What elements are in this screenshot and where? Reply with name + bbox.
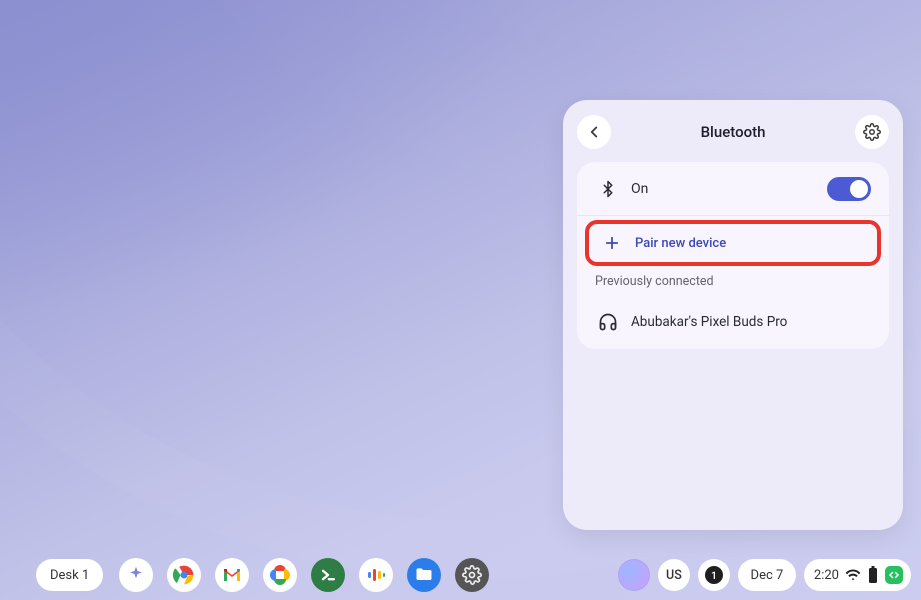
status-tray-button[interactable]: 2:20	[804, 559, 911, 591]
terminal-icon	[318, 565, 338, 585]
bluetooth-status-label: On	[631, 181, 827, 197]
bluetooth-icon	[595, 180, 621, 198]
previously-connected-caption: Previously connected	[577, 262, 889, 295]
gmail-icon	[220, 563, 244, 587]
bluetooth-panel: Bluetooth On Pair new device Previously …	[563, 100, 903, 530]
desk-button[interactable]: Desk 1	[36, 559, 103, 591]
pair-new-device-button[interactable]: Pair new device	[585, 220, 881, 266]
panel-title: Bluetooth	[701, 123, 766, 141]
chevron-left-icon	[585, 123, 603, 141]
app-terminal[interactable]	[311, 558, 345, 592]
panel-header: Bluetooth	[577, 114, 889, 150]
headphones-icon	[595, 312, 621, 332]
dev-mode-icon	[885, 566, 903, 584]
shelf-apps	[119, 558, 489, 592]
app-voice[interactable]	[359, 558, 393, 592]
date-button[interactable]: Dec 7	[738, 559, 796, 591]
notifications-button[interactable]: 1	[698, 559, 730, 591]
shelf: Desk 1 US 1	[0, 552, 921, 600]
input-method-button[interactable]: US	[658, 559, 690, 591]
bluetooth-toggle[interactable]	[827, 177, 871, 201]
app-assistant[interactable]	[119, 558, 153, 592]
bluetooth-settings-button[interactable]	[855, 115, 889, 149]
app-settings[interactable]	[455, 558, 489, 592]
sound-wave-icon	[364, 563, 388, 587]
desk-label: Desk 1	[50, 568, 89, 583]
sparkle-icon	[126, 565, 146, 585]
time-label: 2:20	[814, 568, 839, 583]
assistant-orb[interactable]	[618, 559, 650, 591]
app-gmail[interactable]	[215, 558, 249, 592]
folder-icon	[414, 565, 434, 585]
date-label: Dec 7	[751, 568, 784, 583]
device-row[interactable]: Abubakar's Pixel Buds Pro	[577, 295, 889, 349]
bluetooth-toggle-row[interactable]: On	[577, 162, 889, 216]
input-method-label: US	[666, 568, 682, 583]
shelf-system-tray: US 1 Dec 7 2:20	[618, 559, 911, 591]
wifi-icon	[845, 567, 861, 583]
plus-icon	[599, 234, 625, 252]
app-chrome[interactable]	[167, 558, 201, 592]
device-name: Abubakar's Pixel Buds Pro	[631, 314, 871, 330]
bluetooth-card: On Pair new device Previously connected …	[577, 162, 889, 349]
pair-new-device-label: Pair new device	[635, 236, 867, 251]
gear-icon	[462, 565, 482, 585]
app-files[interactable]	[407, 558, 441, 592]
gear-icon	[863, 123, 881, 141]
back-button[interactable]	[577, 115, 611, 149]
photos-icon	[268, 563, 292, 587]
notifications-count: 1	[705, 566, 723, 584]
app-photos[interactable]	[263, 558, 297, 592]
battery-icon	[867, 566, 879, 584]
chrome-icon	[170, 561, 198, 589]
